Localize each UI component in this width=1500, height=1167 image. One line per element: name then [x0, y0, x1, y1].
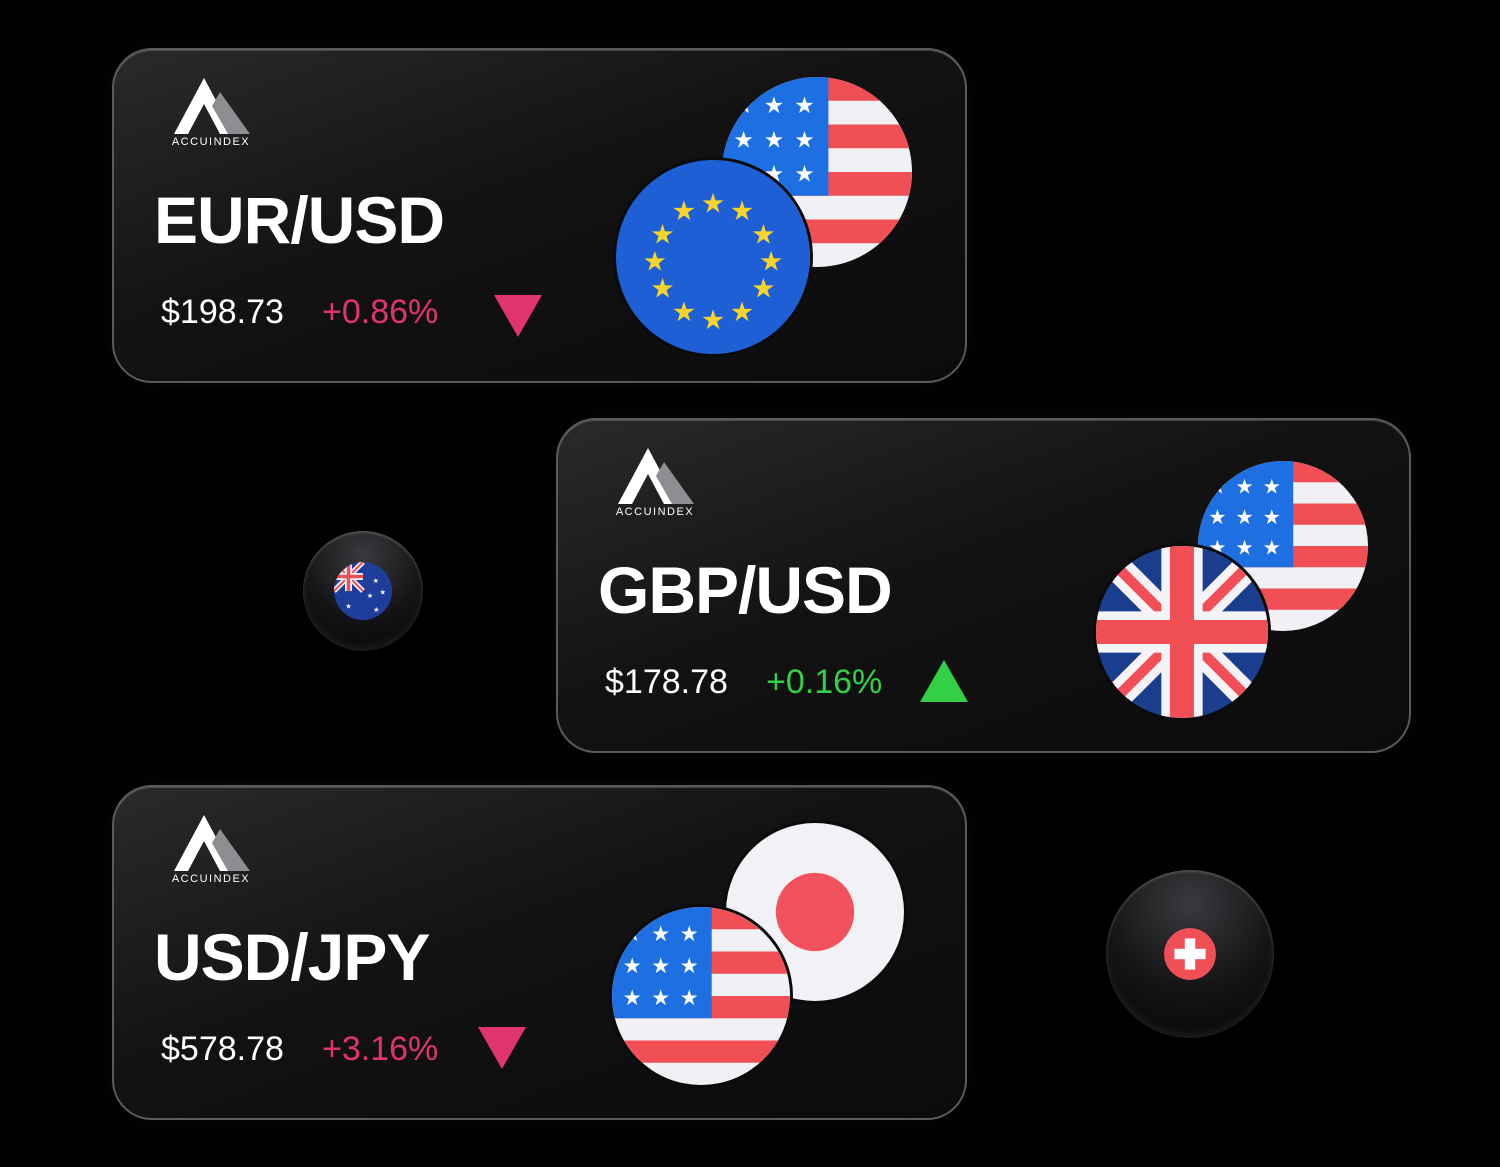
- trend-down-icon: [478, 1027, 526, 1069]
- svg-text:★: ★: [733, 127, 753, 153]
- svg-text:★: ★: [623, 954, 642, 979]
- brand-name: ACCUINDEX: [171, 873, 251, 885]
- svg-text:★: ★: [680, 986, 699, 1011]
- australia-flag-icon: ★ ★ ★ ★ ★: [334, 562, 392, 620]
- svg-text:★: ★: [623, 986, 642, 1011]
- pair-title: USD/JPY: [154, 920, 430, 994]
- brand-name: ACCUINDEX: [615, 506, 695, 518]
- svg-text:★: ★: [623, 922, 642, 947]
- svg-text:★: ★: [701, 305, 725, 336]
- svg-text:★: ★: [751, 274, 775, 305]
- svg-text:★: ★: [650, 274, 674, 305]
- svg-text:★: ★: [1235, 536, 1253, 560]
- price-value: $578.78: [161, 1030, 284, 1068]
- svg-text:★: ★: [367, 592, 373, 600]
- svg-text:★: ★: [1208, 474, 1226, 498]
- brand-name: ACCUINDEX: [171, 136, 251, 148]
- currency-card-eur-usd[interactable]: ACCUINDEX EUR/USD $198.73 +0.86% ★ ★ ★ ★ ★ ★…: [112, 48, 967, 383]
- svg-text:★: ★: [733, 93, 753, 119]
- svg-text:★: ★: [764, 127, 784, 153]
- pair-title: EUR/USD: [154, 183, 445, 257]
- svg-text:★: ★: [1263, 536, 1281, 560]
- uk-flag-icon: [1096, 546, 1268, 718]
- svg-text:★: ★: [643, 247, 667, 278]
- svg-text:★: ★: [651, 986, 670, 1011]
- usa-flag-icon: ★ ★ ★ ★ ★ ★ ★ ★ ★: [612, 907, 790, 1085]
- pair-title: GBP/USD: [598, 553, 893, 627]
- trend-down-icon: [494, 295, 542, 337]
- currency-card-gbp-usd[interactable]: ACCUINDEX GBP/USD $178.78 +0.16% ★ ★ ★ ★ ★ ★…: [556, 418, 1411, 753]
- svg-text:★: ★: [672, 196, 696, 227]
- svg-text:★: ★: [1208, 505, 1226, 529]
- change-percent: +0.86%: [322, 293, 439, 331]
- svg-text:★: ★: [1263, 474, 1281, 498]
- svg-text:★: ★: [794, 93, 814, 119]
- australia-coin: ★ ★ ★ ★ ★: [303, 531, 423, 651]
- svg-text:★: ★: [672, 297, 696, 328]
- accuindex-logo: ACCUINDEX: [166, 78, 256, 150]
- svg-text:★: ★: [794, 162, 814, 188]
- svg-text:★: ★: [373, 606, 379, 614]
- change-percent: +0.16%: [766, 663, 883, 701]
- accuindex-logo: ACCUINDEX: [610, 448, 700, 520]
- svg-text:★: ★: [345, 602, 351, 610]
- svg-text:★: ★: [651, 954, 670, 979]
- svg-text:★: ★: [1235, 505, 1253, 529]
- svg-text:★: ★: [680, 922, 699, 947]
- svg-text:★: ★: [794, 127, 814, 153]
- accuindex-logo: ACCUINDEX: [166, 815, 256, 887]
- svg-text:★: ★: [1235, 474, 1253, 498]
- svg-text:★: ★: [701, 188, 725, 219]
- eu-flag-icon: ★ ★ ★ ★ ★ ★ ★ ★ ★ ★ ★ ★: [616, 160, 810, 354]
- svg-text:★: ★: [380, 588, 386, 596]
- svg-text:★: ★: [1263, 505, 1281, 529]
- trend-up-icon: [920, 660, 968, 702]
- svg-text:★: ★: [680, 954, 699, 979]
- svg-text:★: ★: [764, 93, 784, 119]
- price-value: $178.78: [605, 663, 728, 701]
- switzerland-coin: [1106, 870, 1274, 1038]
- change-percent: +3.16%: [322, 1030, 439, 1068]
- svg-text:★: ★: [651, 922, 670, 947]
- currency-card-usd-jpy[interactable]: ACCUINDEX USD/JPY $578.78 +3.16% ★ ★ ★ ★ ★ ★…: [112, 785, 967, 1120]
- svg-text:★: ★: [373, 577, 379, 585]
- price-value: $198.73: [161, 293, 284, 331]
- svg-text:★: ★: [730, 297, 754, 328]
- switzerland-flag-icon: [1164, 928, 1216, 980]
